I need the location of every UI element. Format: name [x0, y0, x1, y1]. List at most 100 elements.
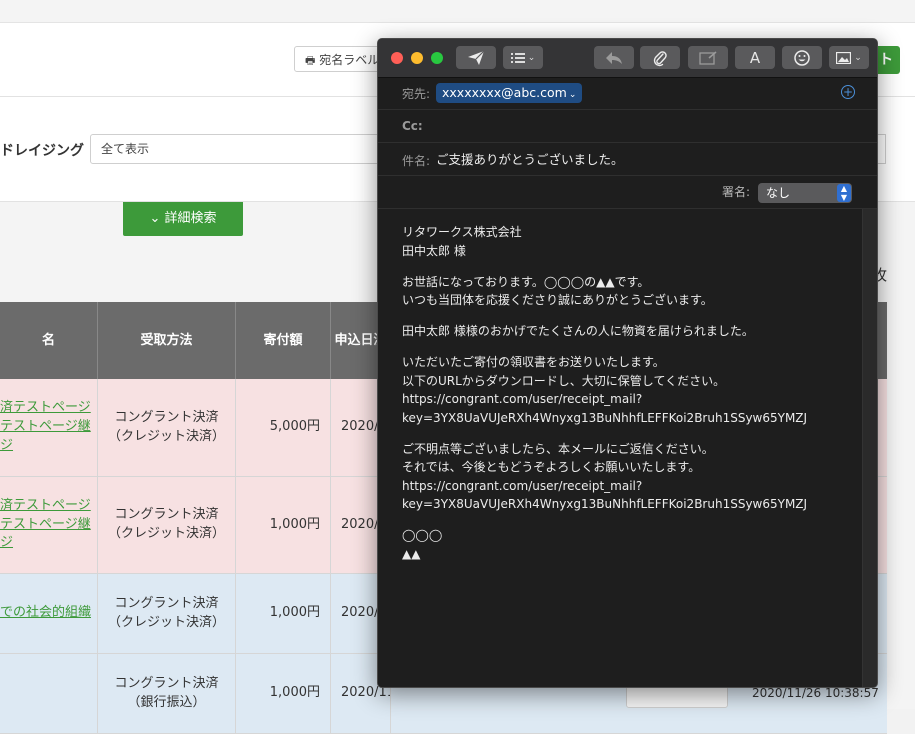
project-link: 済テストページ テストページ継 ジ — [0, 497, 91, 554]
body-line: 田中太郎 様様のおかげでたくさんの人に物資を届けられました。 — [402, 324, 754, 338]
body-line: 以下のURLからダウンロードし、大切に保管してください。 — [402, 373, 726, 388]
row-timestamp: 2020/11/26 10:38:57 — [752, 686, 879, 700]
table-right-fringe — [887, 302, 915, 709]
body-line: https://congrant.com/user/receipt_mail? — [402, 392, 643, 406]
row-amount-cell: 1,000円 — [236, 654, 331, 733]
filter-select[interactable]: 全て表示 — [90, 134, 390, 164]
cc-label: Cc: — [402, 119, 423, 133]
attach-button[interactable] — [640, 46, 680, 69]
row-name-cell[interactable]: での社会的組織 — [0, 574, 98, 653]
body-line: key=3YX8UaVUJeRXh4Wnyxg13BuNhhfLEFFKoi2B… — [402, 497, 808, 511]
smiley-icon — [794, 49, 810, 66]
body-scrollbar[interactable] — [862, 209, 877, 687]
row-method-cell: コングラント決済 （銀行振込） — [98, 654, 236, 733]
photo-browser-icon — [836, 51, 852, 64]
paper-plane-icon — [468, 50, 485, 65]
signature-value: なし — [766, 186, 791, 200]
link-line[interactable]: ジ — [0, 534, 91, 553]
message-body[interactable]: リタワークス株式会社 田中太郎 様 お世話になっております。◯◯◯の▲▲です。 … — [378, 209, 862, 687]
subject-row[interactable]: 件名: ご支援ありがとうございました。 — [378, 143, 877, 176]
body-line: key=3YX8UaVUJeRXh4Wnyxg13BuNhhfLEFFKoi2B… — [402, 410, 808, 425]
body-line: リタワークス株式会社 — [402, 225, 522, 239]
filter-label: ドレイジング — [0, 143, 84, 159]
header-fields-menu-button[interactable]: ⌄ — [503, 46, 543, 69]
message-body-text[interactable]: リタワークス株式会社 田中太郎 様 お世話になっております。◯◯◯の▲▲です。 … — [402, 223, 852, 563]
subject-field[interactable]: ご支援ありがとうございました。 — [436, 143, 624, 176]
to-label: 宛先: — [402, 87, 431, 101]
photo-markup-icon — [699, 50, 717, 65]
font-button[interactable]: A — [735, 46, 775, 69]
method-line: コングラント決済 — [114, 409, 219, 425]
body-gap — [402, 260, 852, 273]
row-method-cell: コングラント決済 （クレジット決済） — [98, 574, 236, 653]
add-recipient-icon[interactable]: + — [841, 85, 855, 99]
body-line: それでは、今後ともどうぞよろしくお願いいたします。 — [402, 460, 701, 474]
photo-browser-button[interactable]: ⌄ — [829, 46, 869, 69]
row-amount-cell: 1,000円 — [236, 477, 331, 573]
row-amount-cell: 5,000円 — [236, 379, 331, 476]
body-line: いただいたご寄付の領収書をお送りいたします。 — [402, 355, 665, 369]
signature-row: 署名: なし ▲ ▼ — [378, 176, 877, 209]
paperclip-icon — [653, 50, 667, 66]
link-line[interactable]: ジ — [0, 437, 91, 456]
method-line: コングラント決済 — [114, 507, 219, 523]
row-name-cell — [0, 654, 98, 733]
row-amount-cell: 1,000円 — [236, 574, 331, 653]
body-line: https://congrant.com/user/receipt_mail? — [402, 478, 643, 493]
font-button-label: A — [749, 48, 761, 67]
minimize-window-button[interactable] — [411, 52, 423, 64]
chevron-down-icon: ⌄ — [149, 211, 161, 226]
chevron-down-icon: ⌄ — [527, 52, 536, 63]
body-gap — [402, 310, 852, 323]
method-line: （銀行振込） — [127, 694, 206, 710]
link-line[interactable]: 済テストページ — [0, 497, 91, 516]
emoji-button[interactable] — [782, 46, 822, 69]
advanced-search-button[interactable]: ⌄ 詳細検索 — [123, 202, 243, 236]
project-link: 済テストページ テストページ継 ジ — [0, 399, 91, 456]
green-action-glyph: ト — [879, 52, 893, 68]
app-top-band — [0, 0, 915, 23]
close-window-button[interactable] — [391, 52, 403, 64]
cc-row[interactable]: Cc: — [378, 110, 877, 143]
body-gap — [402, 427, 852, 440]
advanced-search-label: 詳細検索 — [164, 211, 217, 226]
body-line: お世話になっております。◯◯◯の▲▲です。 — [402, 274, 650, 289]
updown-chevron-icon: ▲ ▼ — [837, 184, 851, 202]
signature-label: 署名: — [722, 185, 751, 199]
body-line: ◯◯◯ — [402, 528, 443, 542]
mail-toolbar: ⌄ A ⌄ — [378, 39, 877, 78]
header-amount[interactable]: 寄付額 — [236, 302, 331, 379]
link-line[interactable]: 済テストページ — [0, 399, 91, 418]
body-line: いつも当団体を応援くださり誠にありがとうございます。 — [402, 293, 713, 307]
recipient-chip[interactable]: xxxxxxxx@abc.com ⌄ — [436, 83, 583, 103]
recipient-address: xxxxxxxx@abc.com — [442, 85, 567, 100]
method-line: （クレジット決済） — [107, 428, 225, 444]
chevron-down-icon: ⌄ — [854, 52, 862, 63]
mail-compose-window: ⌄ A ⌄ 宛先: xxxxxxxx@abc.com ⌄ + Cc: 件名: ご… — [377, 38, 878, 688]
method-line: （クレジット決済） — [107, 614, 225, 630]
list-icon — [510, 52, 525, 63]
header-method[interactable]: 受取方法 — [98, 302, 236, 379]
link-line[interactable]: テストページ継 — [0, 516, 91, 535]
body-line: ご不明点等ございましたら、本メールにご返信ください。 — [402, 441, 714, 456]
print-address-label-text: 宛名ラベル — [319, 53, 380, 67]
reply-arrow-icon — [606, 51, 622, 64]
method-line: コングラント決済 — [114, 595, 219, 611]
body-line: 田中太郎 様 — [402, 243, 466, 258]
link-line[interactable]: での社会的組織 — [0, 604, 91, 623]
row-method-cell: コングラント決済 （クレジット決済） — [98, 379, 236, 476]
link-line[interactable]: テストページ継 — [0, 418, 91, 437]
markup-button[interactable] — [688, 46, 728, 69]
signature-select[interactable]: なし ▲ ▼ — [758, 183, 852, 203]
send-button[interactable] — [456, 46, 496, 69]
body-line: ▲▲ — [402, 546, 421, 561]
method-line: （クレジット決済） — [107, 526, 225, 541]
chevron-down-icon: ⌄ — [568, 90, 577, 100]
printer-icon: 🖶 — [305, 54, 316, 67]
to-row: 宛先: xxxxxxxx@abc.com ⌄ + — [378, 77, 877, 110]
row-name-cell[interactable]: 済テストページ テストページ継 ジ — [0, 379, 98, 476]
header-name[interactable]: 名 — [0, 302, 98, 379]
zoom-window-button[interactable] — [431, 52, 443, 64]
row-name-cell[interactable]: 済テストページ テストページ継 ジ — [0, 477, 98, 573]
reply-button[interactable] — [594, 46, 634, 69]
